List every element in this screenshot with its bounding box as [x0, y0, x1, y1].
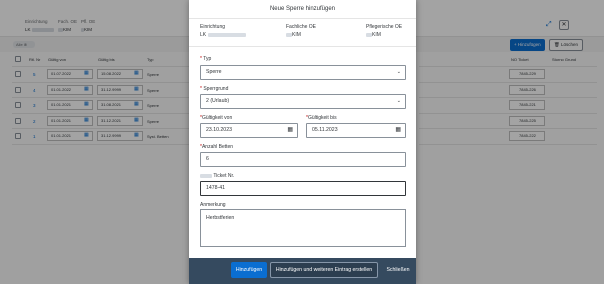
gueltig-bis-label: *Gültigkeit bis [306, 115, 337, 121]
typ-select[interactable]: Sperre ⌄ [200, 65, 406, 80]
gueltig-bis-datepicker[interactable]: 05.11.2023 ▦ [306, 123, 406, 138]
dialog-title: Neue Sperre hinzufügen [269, 6, 336, 12]
gueltig-von-label: *Gültigkeit von [200, 115, 233, 121]
calendar-icon[interactable]: ▦ [395, 124, 401, 137]
sperrgrund-label: * Sperrgrund [200, 86, 229, 92]
calendar-icon[interactable]: ▦ [287, 124, 293, 137]
pflege-oe-value: KIM [366, 32, 381, 38]
divider [189, 18, 416, 19]
chevron-down-icon: ⌄ [396, 98, 401, 104]
divider [189, 46, 416, 47]
add-and-new-button[interactable]: Hinzufügen und weiteren Eintrag erstelle… [270, 262, 378, 278]
close-button[interactable]: Schließen [381, 262, 415, 278]
anmerkung-label: Anmerkung [200, 202, 226, 208]
ticket-nr-label: Ticket Nr. [200, 173, 234, 179]
pflege-oe-label: Pflegerische OE [366, 24, 403, 30]
fach-oe-label: Fachliche OE [286, 24, 317, 30]
fach-oe-value: KIM [286, 32, 301, 38]
add-button[interactable]: Hinzufügen [231, 262, 267, 278]
sperrgrund-select[interactable]: 2 (Urlaub) ⌄ [200, 94, 406, 109]
anzahl-betten-input[interactable]: 6 [200, 152, 406, 167]
einrichtung-label: Einrichtung [200, 24, 226, 30]
ticket-nr-input[interactable]: 1478-41 [200, 181, 406, 196]
gueltig-von-datepicker[interactable]: 23.10.2023 ▦ [200, 123, 298, 138]
einrichtung-value: LK [200, 32, 246, 38]
typ-label: * Typ [200, 56, 212, 62]
anmerkung-textarea[interactable]: Herbstferien [200, 209, 406, 247]
chevron-down-icon: ⌄ [396, 69, 401, 75]
anzahl-betten-label: *Anzahl Betten [200, 144, 234, 150]
